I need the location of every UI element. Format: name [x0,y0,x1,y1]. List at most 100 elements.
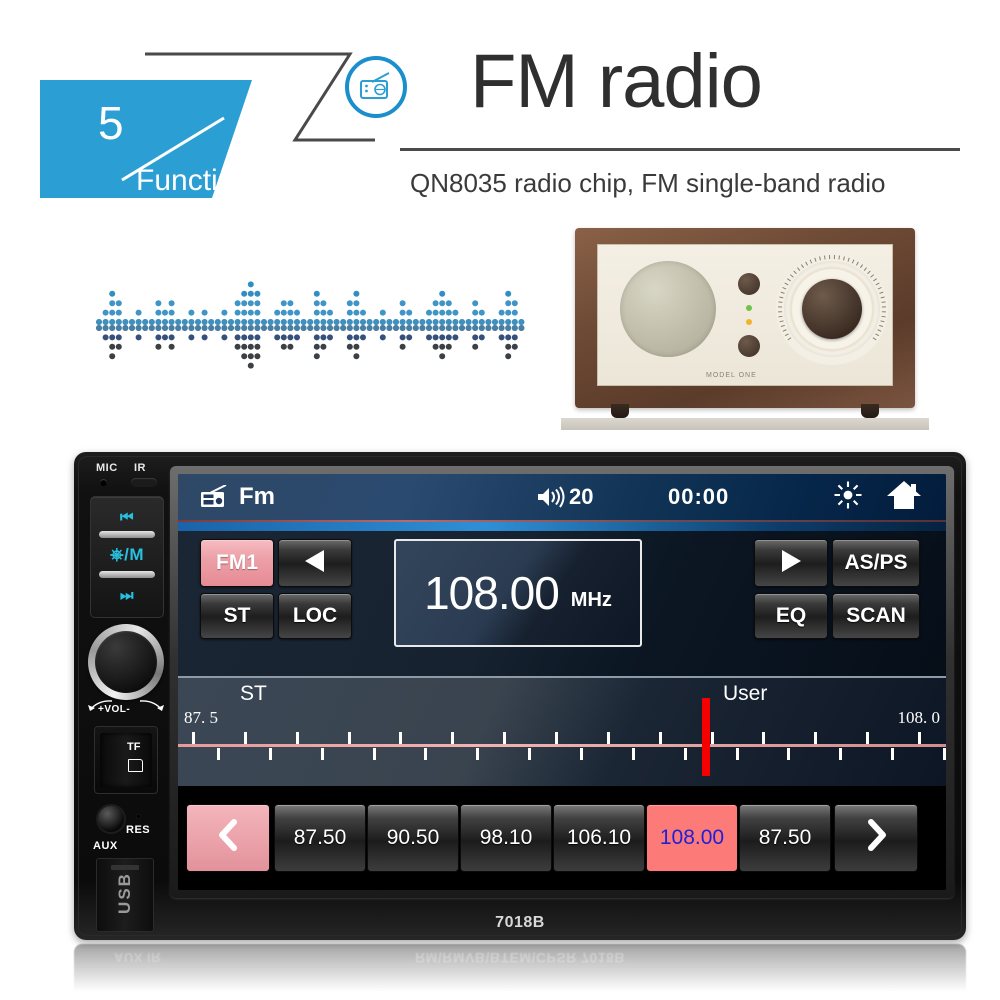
frequency-display: 108.00 MHz [394,539,642,647]
hard-key-column: ⏮ ⎈/M ⏭ [90,496,164,618]
preset-button[interactable]: 87.50 [739,804,831,872]
tune-up-button[interactable] [754,539,828,587]
preset-bar: 87.50 90.50 98.10 106.10 108.00 87.50 [178,786,946,890]
car-stereo-unit: MIC IR ⏮ ⎈/M ⏭ +VOL- TF AUX RES USB Fm 2… [74,452,966,940]
tuner-tick [217,748,220,760]
band-button[interactable]: FM1 [200,539,274,587]
preset-prev-button[interactable] [186,804,270,872]
preset-button[interactable]: 106.10 [553,804,645,872]
radio-control-panel: FM1 ST LOC 108.00 MHz AS/PS EQ SCAN [178,531,946,676]
tuner-tick [503,732,507,744]
tuner-tick [814,732,818,744]
reset-pinhole[interactable] [136,814,141,819]
reflection-text-left: AUX IR [114,950,162,965]
tuner-tick [243,732,247,744]
triangle-right-icon [776,548,806,579]
scan-button[interactable]: SCAN [832,593,920,639]
tuner-tick [658,732,662,744]
tuner-cursor [702,698,710,776]
aux-label: AUX [93,840,118,852]
preset-button[interactable]: 98.10 [460,804,552,872]
tune-down-button[interactable] [278,539,352,587]
chevron-left-icon [214,818,242,858]
radio-knob-bottom [738,335,760,357]
status-source-label: Fm [239,483,275,510]
tuner-tick [787,748,791,760]
status-source[interactable]: Fm [200,474,275,520]
home-button[interactable] [886,474,922,520]
radio-brand-label: MODEL ONE [706,372,757,379]
ir-label: IR [134,462,146,474]
tuner-tick [606,732,610,744]
tuner-tick [372,748,376,760]
status-bar-glow [178,522,946,531]
equalizer-button[interactable]: EQ [754,593,828,639]
tuner-tick [891,748,895,760]
tuner-tick [839,748,843,760]
volume-knob[interactable] [88,624,164,700]
radio-icon [200,485,230,509]
tuner-baseline [178,744,946,747]
chevron-right-icon [862,818,890,858]
home-icon [886,479,922,516]
radio-dial-knob [802,279,862,339]
power-mode-button[interactable]: ⎈/M [91,537,163,573]
tuner-tick [399,732,403,744]
radio-foot-right [861,404,879,418]
tuner-tick [762,732,766,744]
reset-label: RES [126,824,151,836]
radio-knob-top [738,273,760,295]
tuner-tick [555,732,558,744]
function-badge: 5 Function [40,52,375,212]
local-button[interactable]: LOC [278,593,352,639]
badge-label: Function [136,164,252,197]
page-subtitle: QN8035 radio chip, FM single-band radio [410,168,886,198]
triangle-left-icon [300,548,330,579]
microphone-icon [100,479,107,486]
tuner-tick [295,732,299,744]
tuner-tick [347,732,351,744]
vintage-radio-photo: MODEL ONE [561,228,929,430]
header-section: 5 Function FM radio QN8035 radio chip, F… [0,0,1000,225]
tuner-tick [866,732,870,744]
sd-card-icon [128,759,143,772]
reflection-text: RM\RMVB\BTEM\CPSR 7018B [415,950,625,966]
tuner-tick [451,732,455,744]
stereo-left-controls: MIC IR ⏮ ⎈/M ⏭ +VOL- TF AUX RES USB [84,458,166,932]
prev-track-button[interactable]: ⏮ [91,499,163,535]
radio-shelf [561,418,929,430]
radio-led-amber [746,319,752,325]
radio-speaker [620,261,716,357]
tuner-tick [918,732,921,744]
preset-button[interactable]: 90.50 [367,804,459,872]
tuner-tick [424,748,428,760]
tuner-tick [943,748,946,760]
sun-icon [833,480,863,515]
model-number: 7018B [495,914,545,931]
tuner-tick [476,748,480,760]
volume-label: +VOL- [98,704,131,715]
preset-next-button[interactable] [834,804,918,872]
header-divider [400,148,960,151]
radio-foot-left [611,404,629,418]
stereo-mode-button[interactable]: ST [200,593,274,639]
radio-led-green [746,305,752,311]
next-track-button[interactable]: ⏭ [91,577,163,613]
preset-button[interactable]: 87.50 [274,804,366,872]
touchscreen[interactable]: Fm 20 00:00 FM1 ST LOC 108.00 MHz AS/PS … [178,474,946,890]
radio-faceplate: MODEL ONE [597,244,893,386]
auto-store-preset-scan-button[interactable]: AS/PS [832,539,920,587]
brightness-button[interactable] [833,474,863,520]
frequency-scale[interactable]: ST User 87. 5 108. 0 [178,676,946,788]
audio-waveform-graphic [95,258,570,393]
tuner-tick [710,732,714,744]
preset-button[interactable]: 108.00 [646,804,738,872]
aux-jack[interactable] [98,806,124,832]
status-volume[interactable]: 20 [536,474,593,520]
tf-card-slot[interactable]: TF [94,726,158,794]
tuner-stereo-indicator: ST [240,682,267,705]
status-clock: 00:00 [668,484,730,509]
tuner-tick [683,748,687,760]
mic-label: MIC [96,462,118,474]
status-volume-value: 20 [569,484,594,509]
